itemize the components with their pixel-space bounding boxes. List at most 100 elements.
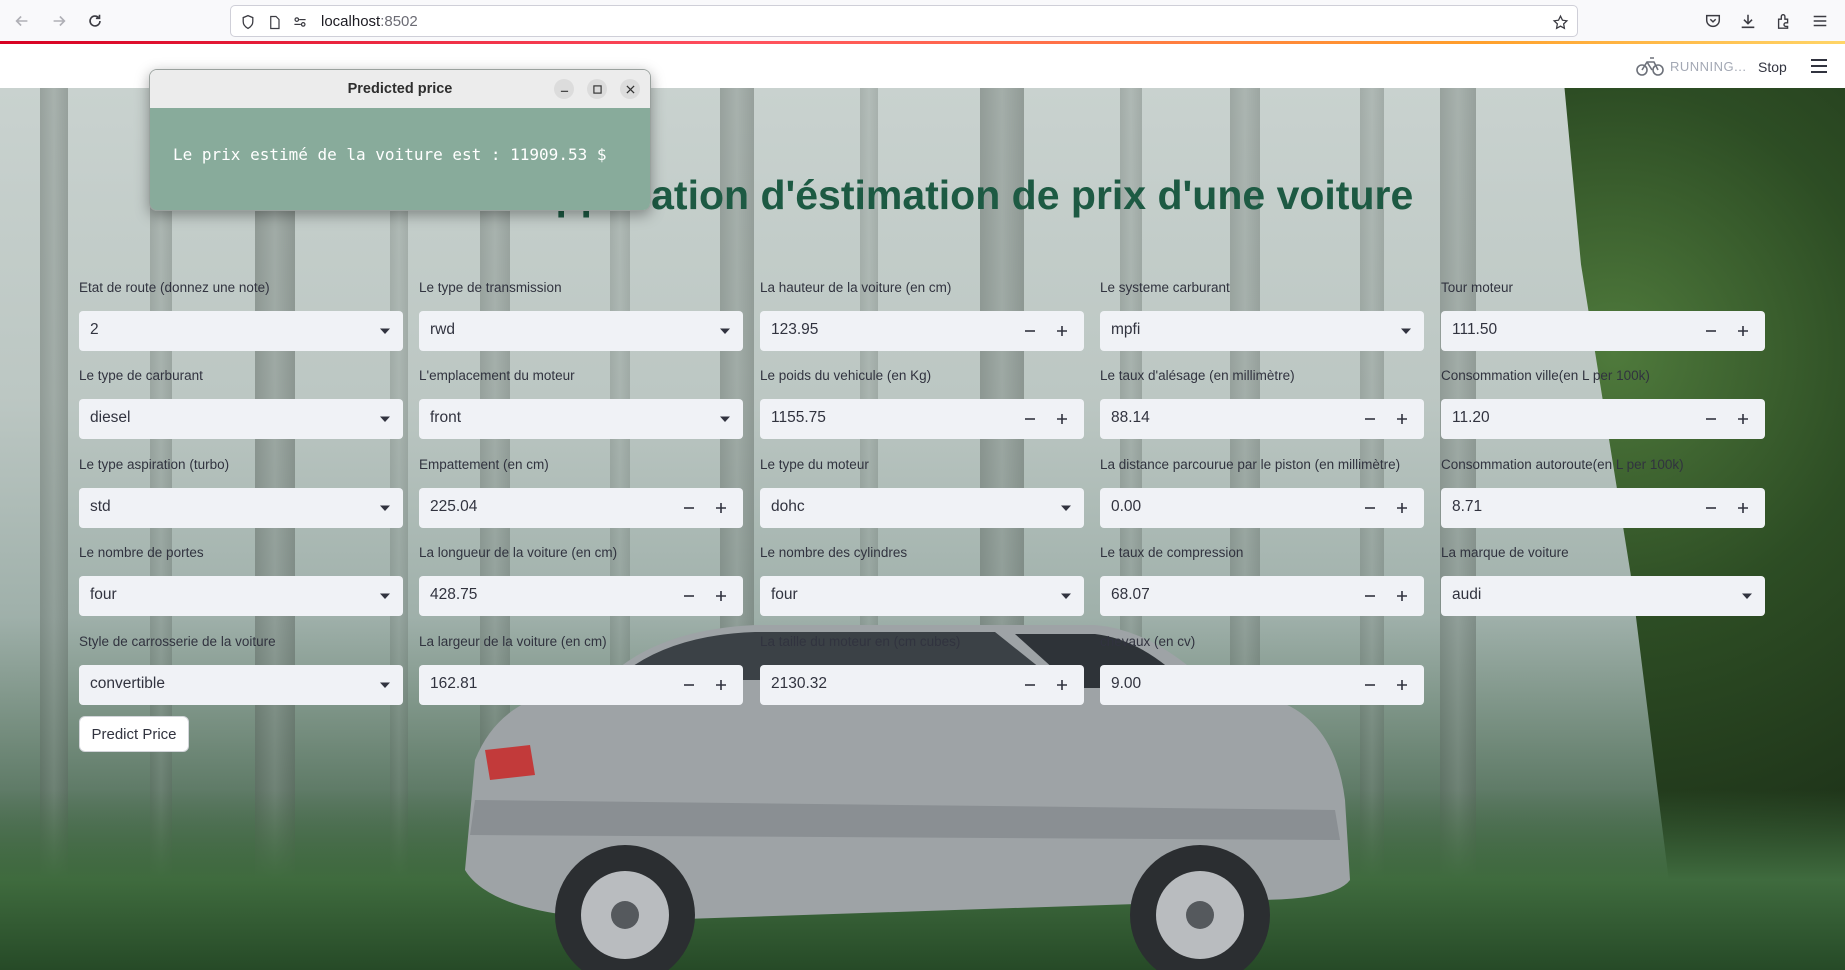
decrement-button[interactable] <box>1354 576 1386 616</box>
chevron-down-icon[interactable] <box>1400 325 1412 337</box>
field-value: 428.75 <box>430 586 478 603</box>
select-box[interactable]: 2 <box>79 311 403 351</box>
decrement-button[interactable] <box>1354 665 1386 705</box>
url-text[interactable]: localhost:8502 <box>321 13 418 30</box>
decrement-button[interactable] <box>1695 311 1727 351</box>
close-icon[interactable] <box>620 79 640 99</box>
number-field: La taille du moteur en (cm cubes) 2130.32 <box>760 632 1084 705</box>
number-input[interactable]: 11.20 <box>1441 399 1765 439</box>
maximize-icon[interactable] <box>587 79 607 99</box>
select-box[interactable]: front <box>419 399 743 439</box>
increment-button[interactable] <box>705 488 737 528</box>
field-value: dohc <box>771 498 805 515</box>
number-input[interactable]: 2130.32 <box>760 665 1084 705</box>
number-input[interactable]: 123.95 <box>760 311 1084 351</box>
predict-price-button[interactable]: Predict Price <box>79 716 189 752</box>
number-input[interactable]: 111.50 <box>1441 311 1765 351</box>
select-field: L'emplacement du moteur front <box>419 366 743 439</box>
number-input[interactable]: 0.00 <box>1100 488 1424 528</box>
chevron-down-icon[interactable] <box>1060 590 1072 602</box>
chevron-down-icon[interactable] <box>1741 590 1753 602</box>
select-box[interactable]: convertible <box>79 665 403 705</box>
downloads-icon[interactable] <box>1737 10 1759 32</box>
increment-button[interactable] <box>1386 665 1418 705</box>
increment-button[interactable] <box>1727 399 1759 439</box>
plus-icon <box>1397 591 1407 601</box>
browser-toolbar: localhost:8502 <box>0 0 1845 42</box>
number-input[interactable]: 9.00 <box>1100 665 1424 705</box>
decrement-button[interactable] <box>1695 399 1727 439</box>
forward-icon[interactable] <box>47 9 71 33</box>
chevron-down-icon[interactable] <box>719 413 731 425</box>
chevron-down-icon[interactable] <box>719 325 731 337</box>
bookmark-star-icon[interactable] <box>1551 13 1569 31</box>
back-icon[interactable] <box>10 9 34 33</box>
hamburger-menu-icon[interactable] <box>1810 58 1828 74</box>
increment-button[interactable] <box>1046 311 1078 351</box>
site-permissions-icon[interactable] <box>291 13 309 31</box>
increment-button[interactable] <box>1727 488 1759 528</box>
chevron-down-icon[interactable] <box>1060 502 1072 514</box>
select-box[interactable]: dohc <box>760 488 1084 528</box>
field-value: convertible <box>90 675 165 692</box>
increment-button[interactable] <box>1727 311 1759 351</box>
minus-icon <box>684 507 694 509</box>
app-menu-icon[interactable] <box>1809 10 1831 32</box>
chevron-down-icon[interactable] <box>379 590 391 602</box>
predicted-price-window: Predicted price Le prix estimé de la voi… <box>149 69 651 211</box>
increment-button[interactable] <box>1386 399 1418 439</box>
select-box[interactable]: four <box>760 576 1084 616</box>
field-label: L'emplacement du moteur <box>419 368 575 383</box>
select-box[interactable]: std <box>79 488 403 528</box>
select-box[interactable]: four <box>79 576 403 616</box>
decrement-button[interactable] <box>1695 488 1727 528</box>
pocket-icon[interactable] <box>1702 10 1724 32</box>
chevron-down-icon[interactable] <box>379 502 391 514</box>
increment-button[interactable] <box>1046 665 1078 705</box>
select-box[interactable]: mpfi <box>1100 311 1424 351</box>
select-field: Etat de route (donnez une note) 2 <box>79 278 403 351</box>
chevron-down-icon[interactable] <box>379 325 391 337</box>
decrement-button[interactable] <box>1014 399 1046 439</box>
increment-button[interactable] <box>1046 399 1078 439</box>
decrement-button[interactable] <box>673 576 705 616</box>
predicted-price-message: Le prix estimé de la voiture est : 11909… <box>173 145 607 164</box>
select-box[interactable]: diesel <box>79 399 403 439</box>
decrement-button[interactable] <box>673 488 705 528</box>
number-field: La largeur de la voiture (en cm) 162.81 <box>419 632 743 705</box>
number-input[interactable]: 225.04 <box>419 488 743 528</box>
stop-button[interactable]: Stop <box>1758 59 1787 75</box>
number-input[interactable]: 8.71 <box>1441 488 1765 528</box>
select-box[interactable]: audi <box>1441 576 1765 616</box>
number-input[interactable]: 68.07 <box>1100 576 1424 616</box>
field-value: 68.07 <box>1111 586 1150 603</box>
field-label: Le type de carburant <box>79 368 203 383</box>
minimize-icon[interactable] <box>554 79 574 99</box>
increment-button[interactable] <box>1386 488 1418 528</box>
increment-button[interactable] <box>705 576 737 616</box>
chevron-down-icon[interactable] <box>379 413 391 425</box>
chevron-down-icon[interactable] <box>379 679 391 691</box>
address-bar[interactable]: localhost:8502 <box>230 5 1578 37</box>
plus-icon <box>1738 414 1748 424</box>
number-input[interactable]: 428.75 <box>419 576 743 616</box>
decrement-button[interactable] <box>1354 399 1386 439</box>
select-field: Le type aspiration (turbo) std <box>79 455 403 528</box>
decrement-button[interactable] <box>1354 488 1386 528</box>
window-titlebar[interactable]: Predicted price <box>150 70 650 109</box>
number-input[interactable]: 162.81 <box>419 665 743 705</box>
increment-button[interactable] <box>1386 576 1418 616</box>
minus-icon <box>684 595 694 597</box>
decrement-button[interactable] <box>673 665 705 705</box>
select-box[interactable]: rwd <box>419 311 743 351</box>
extensions-icon[interactable] <box>1773 10 1795 32</box>
decrement-button[interactable] <box>1014 665 1046 705</box>
reload-icon[interactable] <box>83 9 107 33</box>
field-value: 111.50 <box>1452 321 1498 338</box>
increment-button[interactable] <box>705 665 737 705</box>
decrement-button[interactable] <box>1014 311 1046 351</box>
number-input[interactable]: 1155.75 <box>760 399 1084 439</box>
field-value: 11.20 <box>1452 409 1490 426</box>
shield-icon[interactable] <box>239 13 257 31</box>
number-input[interactable]: 88.14 <box>1100 399 1424 439</box>
